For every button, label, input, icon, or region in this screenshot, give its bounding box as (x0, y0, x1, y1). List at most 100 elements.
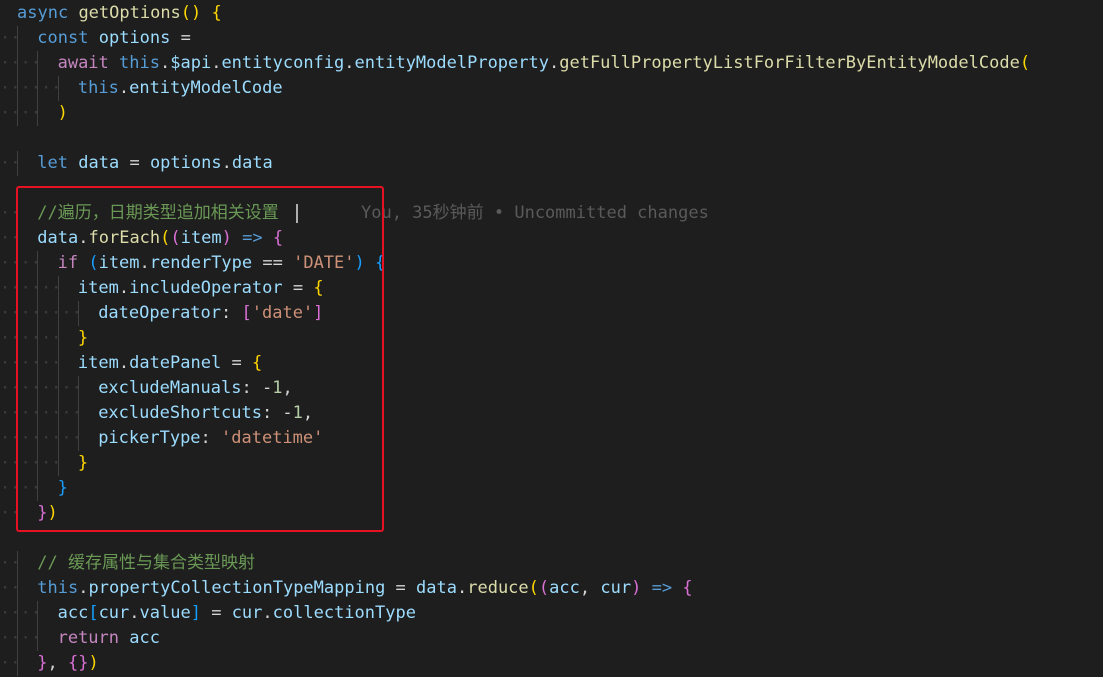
code-token: . (118, 278, 130, 298)
code-token: entityconfig (221, 53, 345, 73)
code-token: . (78, 578, 89, 598)
code-line[interactable]: ···· if (item.renderType == 'DATE') { (0, 251, 1103, 276)
code-token: = (200, 603, 232, 623)
code-text: async getOptions() { (17, 1, 222, 26)
code-line[interactable] (0, 526, 1103, 551)
code-line[interactable] (0, 176, 1103, 201)
code-token: . (129, 603, 140, 623)
code-line[interactable]: ········ dateOperator: ['date'] (0, 301, 1103, 326)
code-text: } (78, 451, 88, 476)
code-token: = (385, 578, 417, 598)
whitespace-markers: ···· (0, 603, 41, 623)
code-token: acc (57, 603, 89, 623)
code-line[interactable]: ·· let data = options.data (0, 151, 1103, 176)
whitespace-markers: ···· (0, 628, 41, 648)
git-blame-annotation: You, 35秒钟前 • Uncommitted changes (361, 203, 709, 223)
whitespace-markers: ········ (0, 303, 82, 323)
whitespace-markers: ·· (0, 228, 21, 248)
code-token: item (77, 278, 119, 298)
code-text: item.includeOperator = { (78, 276, 324, 301)
code-token: acc (129, 628, 160, 648)
code-line[interactable]: ··}) (0, 501, 1103, 526)
code-line[interactable]: ···· return acc (0, 626, 1103, 651)
code-line[interactable]: ·· // 缓存属性与集合类型映射 (0, 551, 1103, 576)
code-token: ) (47, 503, 58, 523)
code-token: excludeShortcuts (98, 403, 262, 423)
code-token: collectionType (272, 603, 416, 623)
whitespace-markers: ···· (0, 253, 41, 273)
whitespace-markers: ·· (0, 153, 21, 173)
code-line[interactable]: ····} (0, 476, 1103, 501)
code-text: item.datePanel = { (78, 351, 262, 376)
code-line[interactable]: ·· this.propertyCollectionTypeMapping = d… (0, 576, 1103, 601)
code-token: . (344, 53, 355, 73)
code-token: ) (631, 578, 642, 598)
code-line[interactable]: ········ excludeManuals: -1, (0, 376, 1103, 401)
code-token: } (37, 653, 48, 673)
code-token: . (159, 53, 171, 73)
code-token: acc (549, 578, 580, 598)
code-token: await (57, 53, 109, 73)
whitespace-markers: ········ (0, 378, 82, 398)
whitespace-markers: ······ (0, 278, 62, 298)
code-text: } (78, 326, 88, 351)
code-token: == (252, 253, 294, 273)
code-token: dateOperator (98, 303, 222, 323)
code-line[interactable]: ······} (0, 326, 1103, 351)
code-line[interactable]: ······ this.entityModelCode (0, 76, 1103, 101)
code-line[interactable]: async getOptions() { (0, 1, 1103, 26)
code-token: item (180, 228, 222, 248)
code-token: includeOperator (129, 278, 283, 298)
whitespace-markers: ·· (0, 553, 21, 573)
code-token: const (37, 28, 89, 48)
code-token: = (119, 153, 150, 173)
code-text: } (58, 476, 68, 501)
code-token: } (77, 453, 89, 473)
whitespace-markers: ···· (0, 53, 41, 73)
code-line[interactable]: ······} (0, 451, 1103, 476)
code-text: // 缓存属性与集合类型映射 (37, 551, 255, 576)
code-token: } (57, 478, 68, 498)
whitespace-markers: ·· (0, 578, 21, 598)
code-line[interactable]: ··}, {}) (0, 651, 1103, 676)
code-text: return acc (58, 626, 160, 651)
code-token: entityModelProperty (354, 53, 549, 73)
code-text: dateOperator: ['date'] (98, 301, 323, 326)
code-token: ) (354, 253, 365, 273)
code-line[interactable]: ···· acc[cur.value] = cur.collectionType (0, 601, 1103, 626)
code-token: , (47, 653, 69, 673)
code-token: ( (170, 228, 181, 248)
code-token: [ (241, 303, 252, 323)
code-line[interactable]: ·· data.forEach((item) => { (0, 226, 1103, 251)
code-token: value (139, 603, 191, 623)
code-line[interactable]: ······ item.datePanel = { (0, 351, 1103, 376)
code-line[interactable]: ·· const options = (0, 26, 1103, 51)
code-token: cur (600, 578, 632, 598)
code-token: : (200, 428, 222, 448)
code-token: 'date' (251, 303, 314, 323)
code-text: ) (58, 101, 68, 126)
code-text: pickerType: 'datetime' (98, 426, 323, 451)
code-token: : (221, 303, 242, 323)
code-token: $api (170, 53, 212, 73)
code-token: forEach (88, 228, 161, 248)
code-line[interactable]: ········ pickerType: 'datetime' (0, 426, 1103, 451)
code-line[interactable] (0, 126, 1103, 151)
code-line[interactable]: ····) (0, 101, 1103, 126)
code-token: options (98, 28, 171, 48)
code-line[interactable]: ······ item.includeOperator = { (0, 276, 1103, 301)
code-token: 'datetime' (221, 428, 324, 448)
code-token: getFullPropertyListForFilterByEntityMode… (559, 53, 1020, 73)
code-line[interactable]: ········ excludeShortcuts: -1, (0, 401, 1103, 426)
code-token: ( (528, 578, 539, 598)
code-token: getOptions (78, 3, 181, 23)
code-line[interactable]: ·· //遍历，日期类型追加相关设置 You, 35秒钟前 • Uncommitte… (0, 201, 1103, 226)
code-editor[interactable]: async getOptions() {·· const options = ···… (0, 0, 1103, 677)
code-token: . (262, 603, 273, 623)
code-line[interactable]: ···· await this.$api.entityconfig.entityM… (0, 51, 1103, 76)
